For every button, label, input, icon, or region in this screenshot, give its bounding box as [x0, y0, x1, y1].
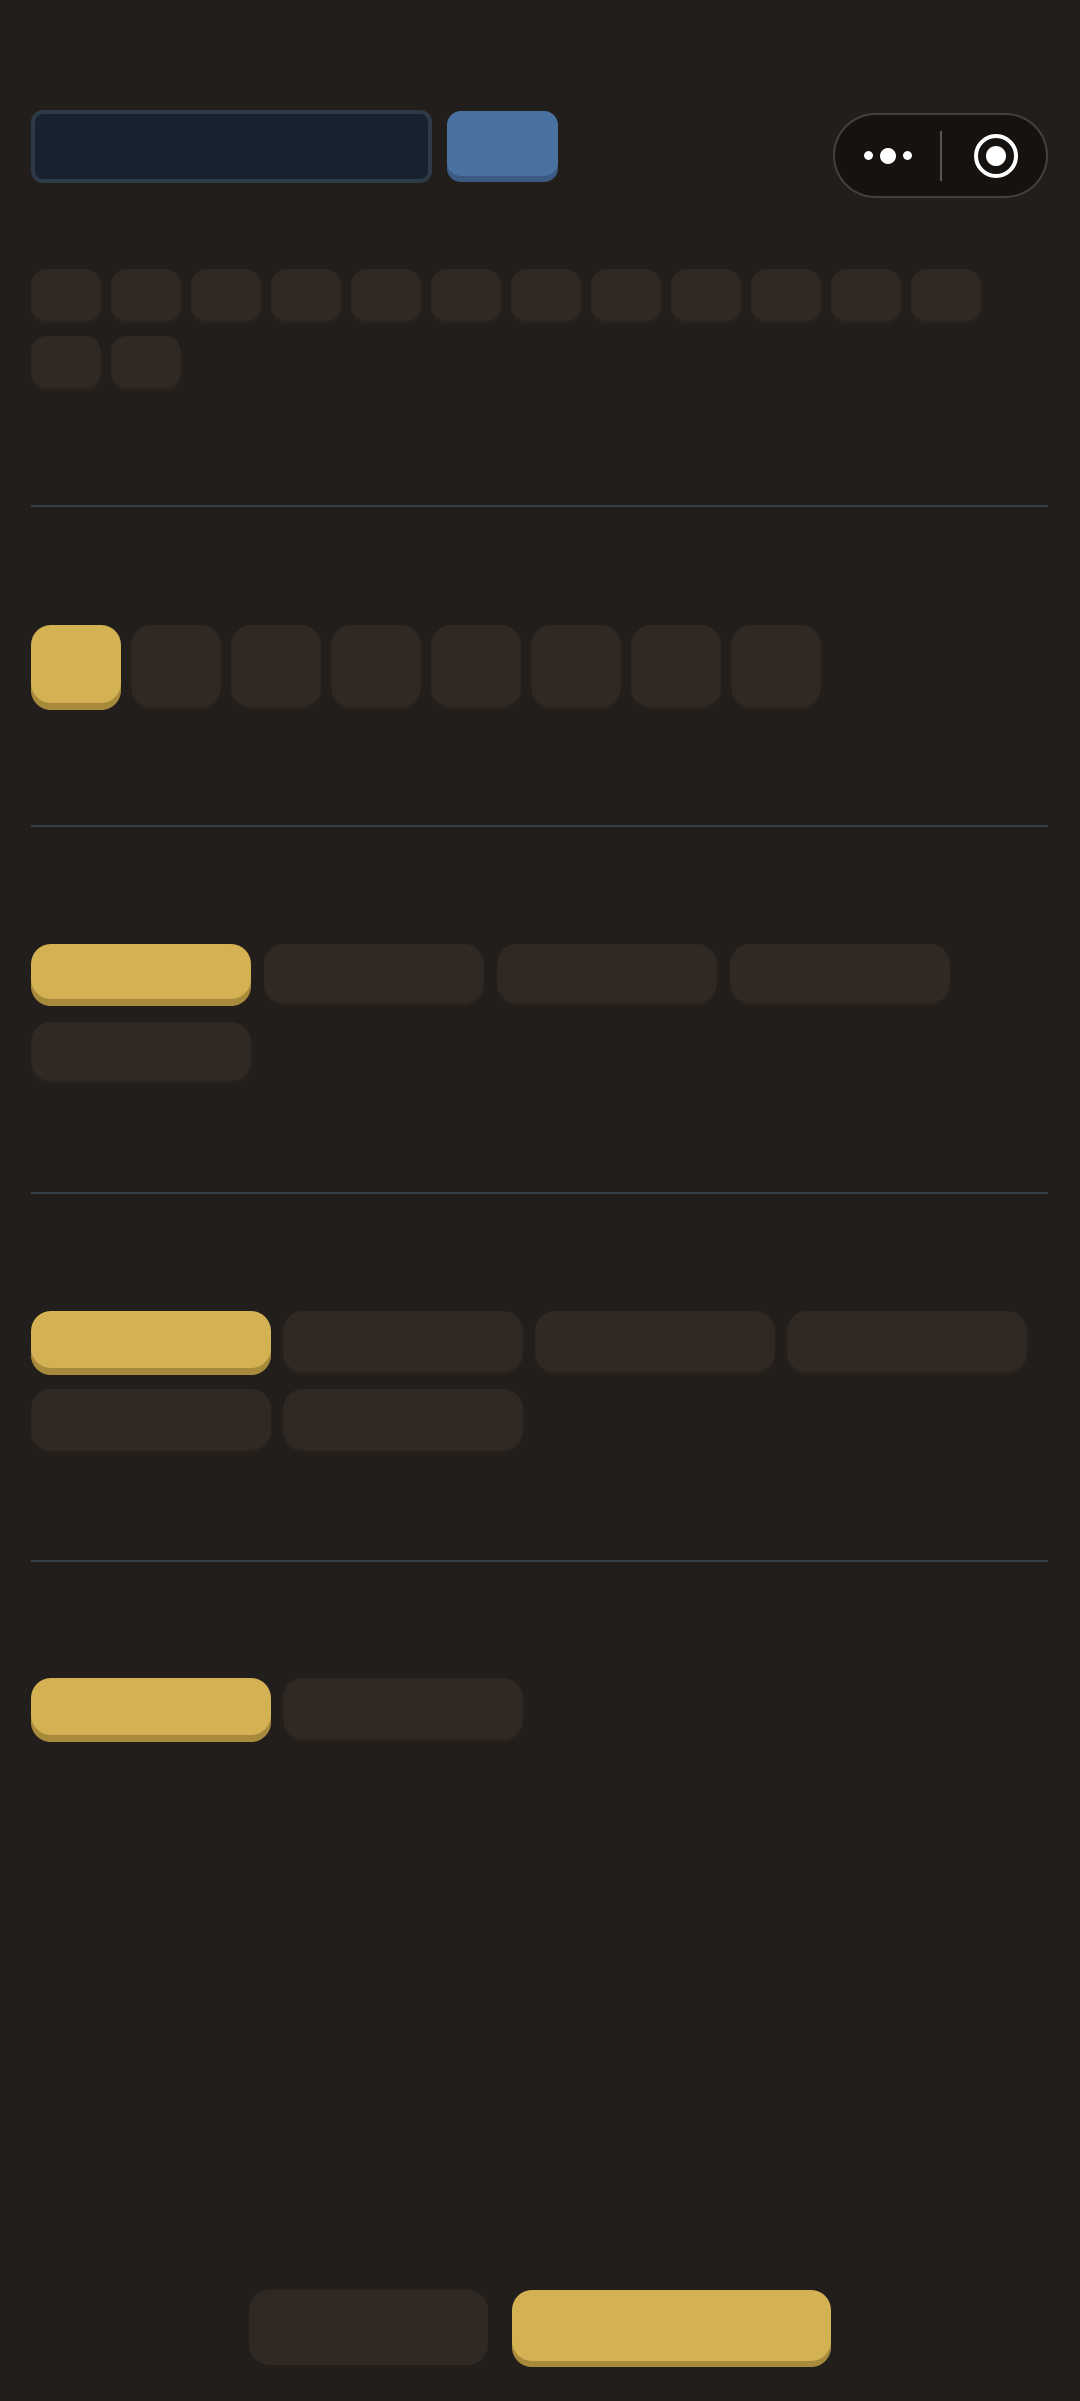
- chip-group-2: [31, 625, 831, 710]
- option-chip[interactable]: [591, 269, 661, 324]
- chip-group-5: [31, 1678, 1051, 1742]
- option-chip[interactable]: [283, 1311, 523, 1375]
- option-chip[interactable]: [31, 269, 101, 324]
- search-input[interactable]: [31, 110, 432, 183]
- more-dots-icon: [863, 151, 873, 160]
- option-chip[interactable]: [271, 269, 341, 324]
- chip-group-4: [31, 1311, 1051, 1453]
- option-chip[interactable]: [111, 336, 181, 391]
- option-chip[interactable]: [351, 269, 421, 324]
- option-chip[interactable]: [31, 1678, 271, 1742]
- option-chip[interactable]: [731, 625, 821, 710]
- section-divider: [31, 505, 1048, 507]
- section-divider: [31, 825, 1048, 827]
- option-chip[interactable]: [231, 625, 321, 710]
- option-chip[interactable]: [751, 269, 821, 324]
- more-dots-icon-right: [902, 151, 912, 160]
- option-chip[interactable]: [111, 269, 181, 324]
- target-close-icon[interactable]: [974, 134, 1018, 178]
- mini-program-capsule: [833, 113, 1048, 198]
- option-chip[interactable]: [531, 625, 621, 710]
- option-chip[interactable]: [131, 625, 221, 710]
- section-divider: [31, 1192, 1048, 1194]
- option-chip[interactable]: [511, 269, 581, 324]
- option-chip[interactable]: [31, 1389, 271, 1453]
- more-button[interactable]: [835, 115, 940, 196]
- capsule-divider: [940, 131, 942, 181]
- option-chip[interactable]: [31, 1311, 271, 1375]
- option-chip[interactable]: [431, 625, 521, 710]
- option-chip[interactable]: [31, 336, 101, 391]
- option-chip[interactable]: [331, 625, 421, 710]
- option-chip[interactable]: [431, 269, 501, 324]
- option-chip[interactable]: [671, 269, 741, 324]
- option-chip[interactable]: [264, 944, 484, 1006]
- reset-button[interactable]: [249, 2290, 488, 2365]
- option-chip[interactable]: [31, 625, 121, 710]
- option-chip[interactable]: [831, 269, 901, 324]
- option-chip[interactable]: [31, 1022, 251, 1084]
- confirm-button[interactable]: [512, 2290, 831, 2367]
- section-divider: [31, 1560, 1048, 1562]
- search-button[interactable]: [447, 111, 558, 182]
- option-chip[interactable]: [911, 269, 981, 324]
- more-dots-icon-center: [879, 147, 896, 164]
- option-chip[interactable]: [631, 625, 721, 710]
- chip-group-1: [31, 269, 991, 391]
- chip-group-3: [31, 944, 981, 1084]
- option-chip[interactable]: [535, 1311, 775, 1375]
- option-chip[interactable]: [497, 944, 717, 1006]
- option-chip[interactable]: [787, 1311, 1027, 1375]
- option-chip[interactable]: [31, 944, 251, 1006]
- option-chip[interactable]: [283, 1678, 523, 1742]
- option-chip[interactable]: [191, 269, 261, 324]
- option-chip[interactable]: [730, 944, 950, 1006]
- option-chip[interactable]: [283, 1389, 523, 1453]
